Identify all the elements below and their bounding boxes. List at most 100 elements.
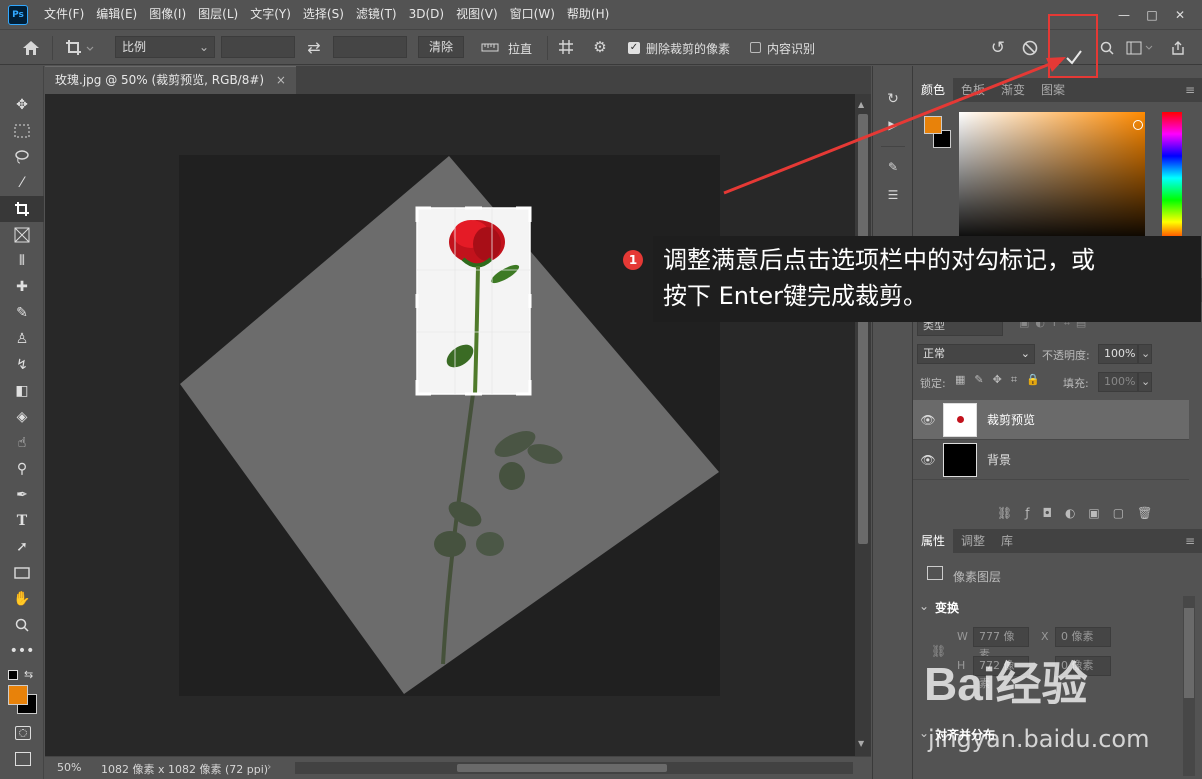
crop-tool-icon[interactable] bbox=[0, 196, 44, 222]
fill-dropdown-icon[interactable]: ⌄ bbox=[1138, 372, 1152, 392]
hscroll-thumb[interactable] bbox=[457, 764, 667, 772]
delete-cropped-checkbox[interactable]: ✓ bbox=[628, 42, 640, 54]
layer-row[interactable]: 👁 裁剪预览 bbox=[913, 400, 1189, 440]
paint-bucket-tool-icon[interactable]: ◈ bbox=[0, 404, 44, 430]
crop-preview[interactable] bbox=[45, 94, 855, 756]
clear-button[interactable]: 清除 bbox=[418, 36, 465, 58]
properties-scrollbar[interactable] bbox=[1183, 596, 1195, 776]
menu-type[interactable]: 文字(Y) bbox=[244, 0, 297, 29]
cancel-icon[interactable] bbox=[1018, 36, 1042, 60]
content-aware-checkbox[interactable] bbox=[750, 42, 761, 53]
history-brush-tool-icon[interactable]: ↯ bbox=[0, 352, 44, 378]
scroll-down-icon[interactable]: ▼ bbox=[858, 739, 864, 748]
swap-colors-icon[interactable]: ⇆ bbox=[24, 668, 33, 681]
scroll-up-icon[interactable]: ▲ bbox=[858, 100, 864, 109]
brush-settings-icon[interactable]: ✎ bbox=[883, 156, 903, 178]
adjust-sliders-icon[interactable]: ☰ bbox=[883, 184, 903, 206]
menu-filter[interactable]: 滤镜(T) bbox=[350, 0, 403, 29]
hue-slider[interactable] bbox=[1162, 112, 1182, 244]
menu-image[interactable]: 图像(I) bbox=[143, 0, 192, 29]
canvas-area[interactable] bbox=[45, 94, 855, 756]
menu-help[interactable]: 帮助(H) bbox=[561, 0, 615, 29]
tab-swatches[interactable]: 色板 bbox=[953, 78, 993, 102]
screen-mode-icon[interactable] bbox=[15, 752, 31, 766]
transform-section-title[interactable]: 变换 bbox=[935, 599, 959, 616]
dodge-tool-icon[interactable]: ⚲ bbox=[0, 456, 44, 482]
frame-tool-icon[interactable] bbox=[0, 222, 44, 248]
ratio-select[interactable]: 比例 ⌄ bbox=[115, 36, 215, 58]
crop-preset-icon[interactable] bbox=[60, 36, 100, 60]
horizontal-scrollbar[interactable] bbox=[295, 762, 853, 774]
foreground-color-swatch[interactable] bbox=[8, 685, 28, 705]
document-tab[interactable]: 玫瑰.jpg @ 50% (裁剪预览, RGB/8#) × bbox=[45, 66, 296, 94]
panel-foreground-swatch[interactable] bbox=[924, 116, 942, 134]
magic-wand-tool-icon[interactable]: ⁄ bbox=[0, 170, 44, 196]
zoom-level[interactable]: 50% bbox=[57, 761, 81, 774]
tab-adjustments[interactable]: 调整 bbox=[953, 529, 993, 553]
x-input[interactable]: 0 像素 bbox=[1055, 627, 1111, 647]
menu-file[interactable]: 文件(F) bbox=[38, 0, 90, 29]
color-picker-field[interactable] bbox=[959, 112, 1145, 244]
lock-icons[interactable]: ▦✎✥⌗🔒 bbox=[955, 373, 1049, 387]
menu-window[interactable]: 窗口(W) bbox=[504, 0, 561, 29]
smudge-tool-icon[interactable]: ☝ bbox=[0, 430, 44, 456]
type-tool-icon[interactable]: T bbox=[0, 508, 44, 534]
fill-input[interactable]: 100% bbox=[1098, 372, 1138, 392]
blend-mode-select[interactable]: 正常 ⌄ bbox=[917, 344, 1035, 364]
search-icon[interactable] bbox=[1096, 36, 1118, 60]
history-icon[interactable]: ↻ bbox=[883, 88, 903, 110]
path-selection-tool-icon[interactable]: ➚ bbox=[0, 534, 44, 560]
visibility-eye-icon[interactable]: 👁 bbox=[913, 413, 943, 427]
workspace-icon[interactable] bbox=[1124, 36, 1156, 60]
menu-layer[interactable]: 图层(L) bbox=[192, 0, 244, 29]
tab-gradients[interactable]: 渐变 bbox=[993, 78, 1033, 102]
reset-icon[interactable]: ↺ bbox=[986, 36, 1010, 60]
vertical-scrollbar[interactable]: ▲ ▼ bbox=[855, 94, 871, 756]
clone-stamp-tool-icon[interactable]: ♙ bbox=[0, 326, 44, 352]
visibility-eye-icon[interactable]: 👁 bbox=[913, 453, 943, 467]
minimize-button[interactable]: — bbox=[1110, 5, 1138, 25]
close-window-button[interactable]: ✕ bbox=[1166, 5, 1194, 25]
status-menu-arrow[interactable]: › bbox=[267, 760, 271, 773]
hand-tool-icon[interactable]: ✋ bbox=[0, 586, 44, 612]
zoom-tool-icon[interactable] bbox=[0, 612, 44, 638]
actions-play-icon[interactable]: ▶ bbox=[883, 114, 903, 136]
pen-tool-icon[interactable]: ✒ bbox=[0, 482, 44, 508]
tab-patterns[interactable]: 图案 bbox=[1033, 78, 1073, 102]
default-colors-icon[interactable] bbox=[8, 670, 18, 680]
properties-scroll-thumb[interactable] bbox=[1184, 608, 1194, 698]
close-tab-icon[interactable]: × bbox=[276, 73, 286, 87]
scrollbar-thumb[interactable] bbox=[858, 114, 868, 544]
more-tools-icon[interactable]: ••• bbox=[0, 638, 44, 664]
home-icon[interactable] bbox=[18, 36, 44, 60]
menu-3d[interactable]: 3D(D) bbox=[403, 0, 450, 29]
move-tool-icon[interactable]: ✥ bbox=[0, 92, 44, 118]
swap-icon[interactable]: ⇄ bbox=[301, 36, 327, 58]
rectangle-tool-icon[interactable] bbox=[0, 560, 44, 586]
opacity-dropdown-icon[interactable]: ⌄ bbox=[1138, 344, 1152, 364]
panel-menu-icon[interactable]: ≡ bbox=[1177, 78, 1202, 102]
tab-libraries[interactable]: 库 bbox=[993, 529, 1021, 553]
healing-brush-tool-icon[interactable]: ✚ bbox=[0, 274, 44, 300]
layer-actions-bar[interactable]: ⛓ƒ◘◐▣▢🗑 bbox=[997, 506, 1165, 520]
menu-edit[interactable]: 编辑(E) bbox=[90, 0, 143, 29]
layer-row[interactable]: 👁 背景 bbox=[913, 440, 1189, 480]
eyedropper-tool-icon[interactable]: ⦀ bbox=[0, 248, 44, 274]
gear-icon[interactable]: ⚙ bbox=[588, 36, 612, 58]
opacity-input[interactable]: 100% bbox=[1098, 344, 1138, 364]
brush-tool-icon[interactable]: ✎ bbox=[0, 300, 44, 326]
menu-view[interactable]: 视图(V) bbox=[450, 0, 504, 29]
height-ratio-input[interactable] bbox=[333, 36, 407, 58]
overlay-grid-icon[interactable] bbox=[554, 36, 578, 58]
width-input[interactable]: 777 像素 bbox=[973, 627, 1029, 661]
width-ratio-input[interactable] bbox=[221, 36, 295, 58]
tab-properties[interactable]: 属性 bbox=[913, 529, 954, 553]
eraser-tool-icon[interactable]: ◧ bbox=[0, 378, 44, 404]
lasso-tool-icon[interactable] bbox=[0, 144, 44, 170]
tab-color[interactable]: 颜色 bbox=[913, 78, 954, 102]
quick-mask-icon[interactable] bbox=[15, 726, 31, 740]
menu-select[interactable]: 选择(S) bbox=[297, 0, 350, 29]
layer-name[interactable]: 裁剪预览 bbox=[987, 411, 1035, 428]
layer-name[interactable]: 背景 bbox=[987, 451, 1011, 468]
straighten-icon[interactable] bbox=[478, 36, 502, 58]
